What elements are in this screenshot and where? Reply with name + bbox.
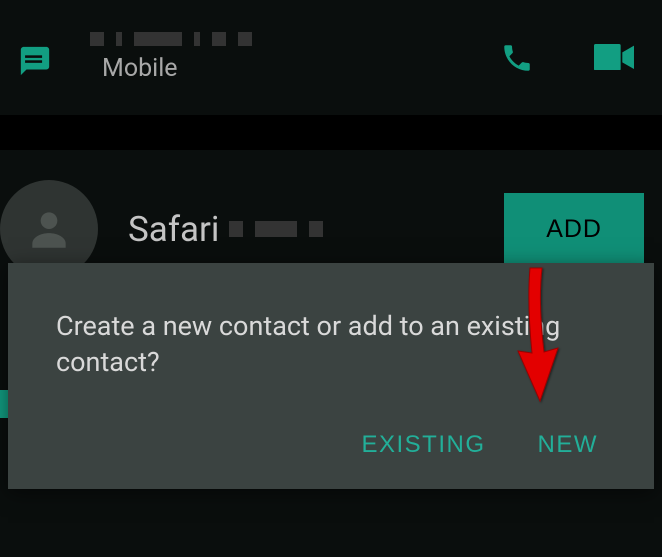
phone-type-label: Mobile [82, 54, 500, 83]
redacted-phone-number [82, 32, 500, 46]
message-icon[interactable] [18, 44, 52, 72]
person-icon [24, 204, 74, 254]
dialog-message: Create a new contact or add to an existi… [56, 308, 606, 381]
contact-header-info: Mobile [82, 32, 500, 83]
contact-dialog: Create a new contact or add to an existi… [8, 263, 654, 489]
phone-icon[interactable] [500, 41, 534, 75]
redacted-name-suffix [229, 221, 323, 237]
top-bar: Mobile [0, 0, 662, 115]
header-actions [500, 41, 634, 75]
new-button[interactable]: NEW [538, 431, 599, 459]
video-icon[interactable] [594, 44, 634, 72]
section-divider [0, 115, 662, 150]
dialog-buttons: EXISTING NEW [56, 431, 606, 459]
contact-name-row: Safari [128, 209, 504, 250]
existing-button[interactable]: EXISTING [361, 431, 485, 459]
add-button[interactable]: ADD [504, 193, 644, 266]
contact-name: Safari [128, 209, 219, 250]
